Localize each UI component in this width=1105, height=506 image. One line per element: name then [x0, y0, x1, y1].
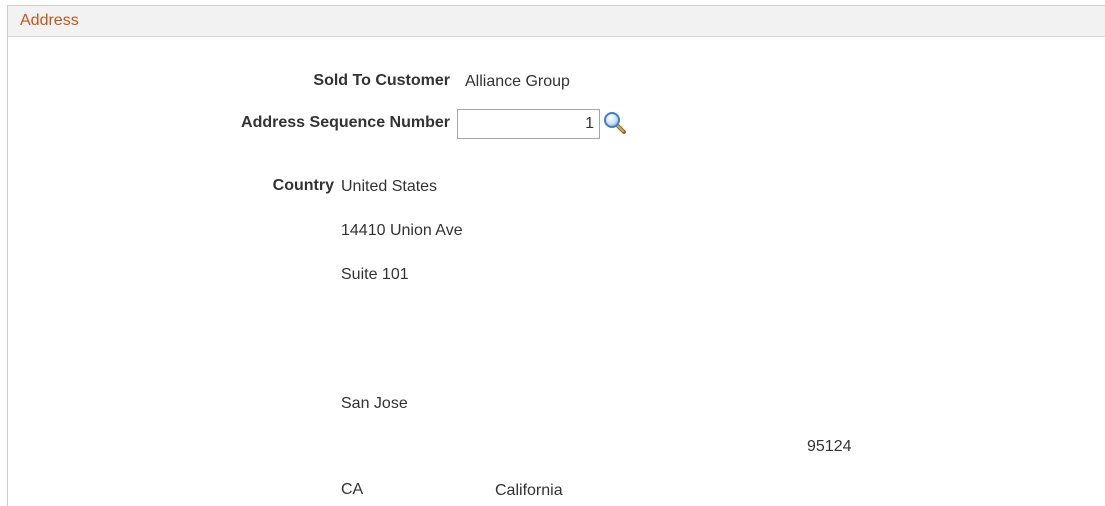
country-label: Country — [272, 177, 334, 194]
sold-to-customer-label: Sold To Customer — [313, 72, 450, 89]
magnifier-lookup-icon[interactable] — [602, 110, 628, 136]
city-value: San Jose — [341, 395, 408, 412]
state-name-value: California — [495, 482, 563, 499]
section-header: Address — [8, 6, 1105, 37]
address-line-1: 14410 Union Ave — [341, 222, 463, 239]
address-sequence-input[interactable] — [457, 109, 600, 139]
section-title: Address — [20, 12, 79, 29]
address-sequence-label: Address Sequence Number — [241, 114, 450, 131]
sold-to-customer-value: Alliance Group — [465, 73, 570, 90]
state-code-value: CA — [341, 481, 364, 498]
country-value: United States — [341, 178, 438, 195]
address-line-2: Suite 101 — [341, 266, 409, 283]
postal-code-value: 95124 — [807, 438, 852, 455]
